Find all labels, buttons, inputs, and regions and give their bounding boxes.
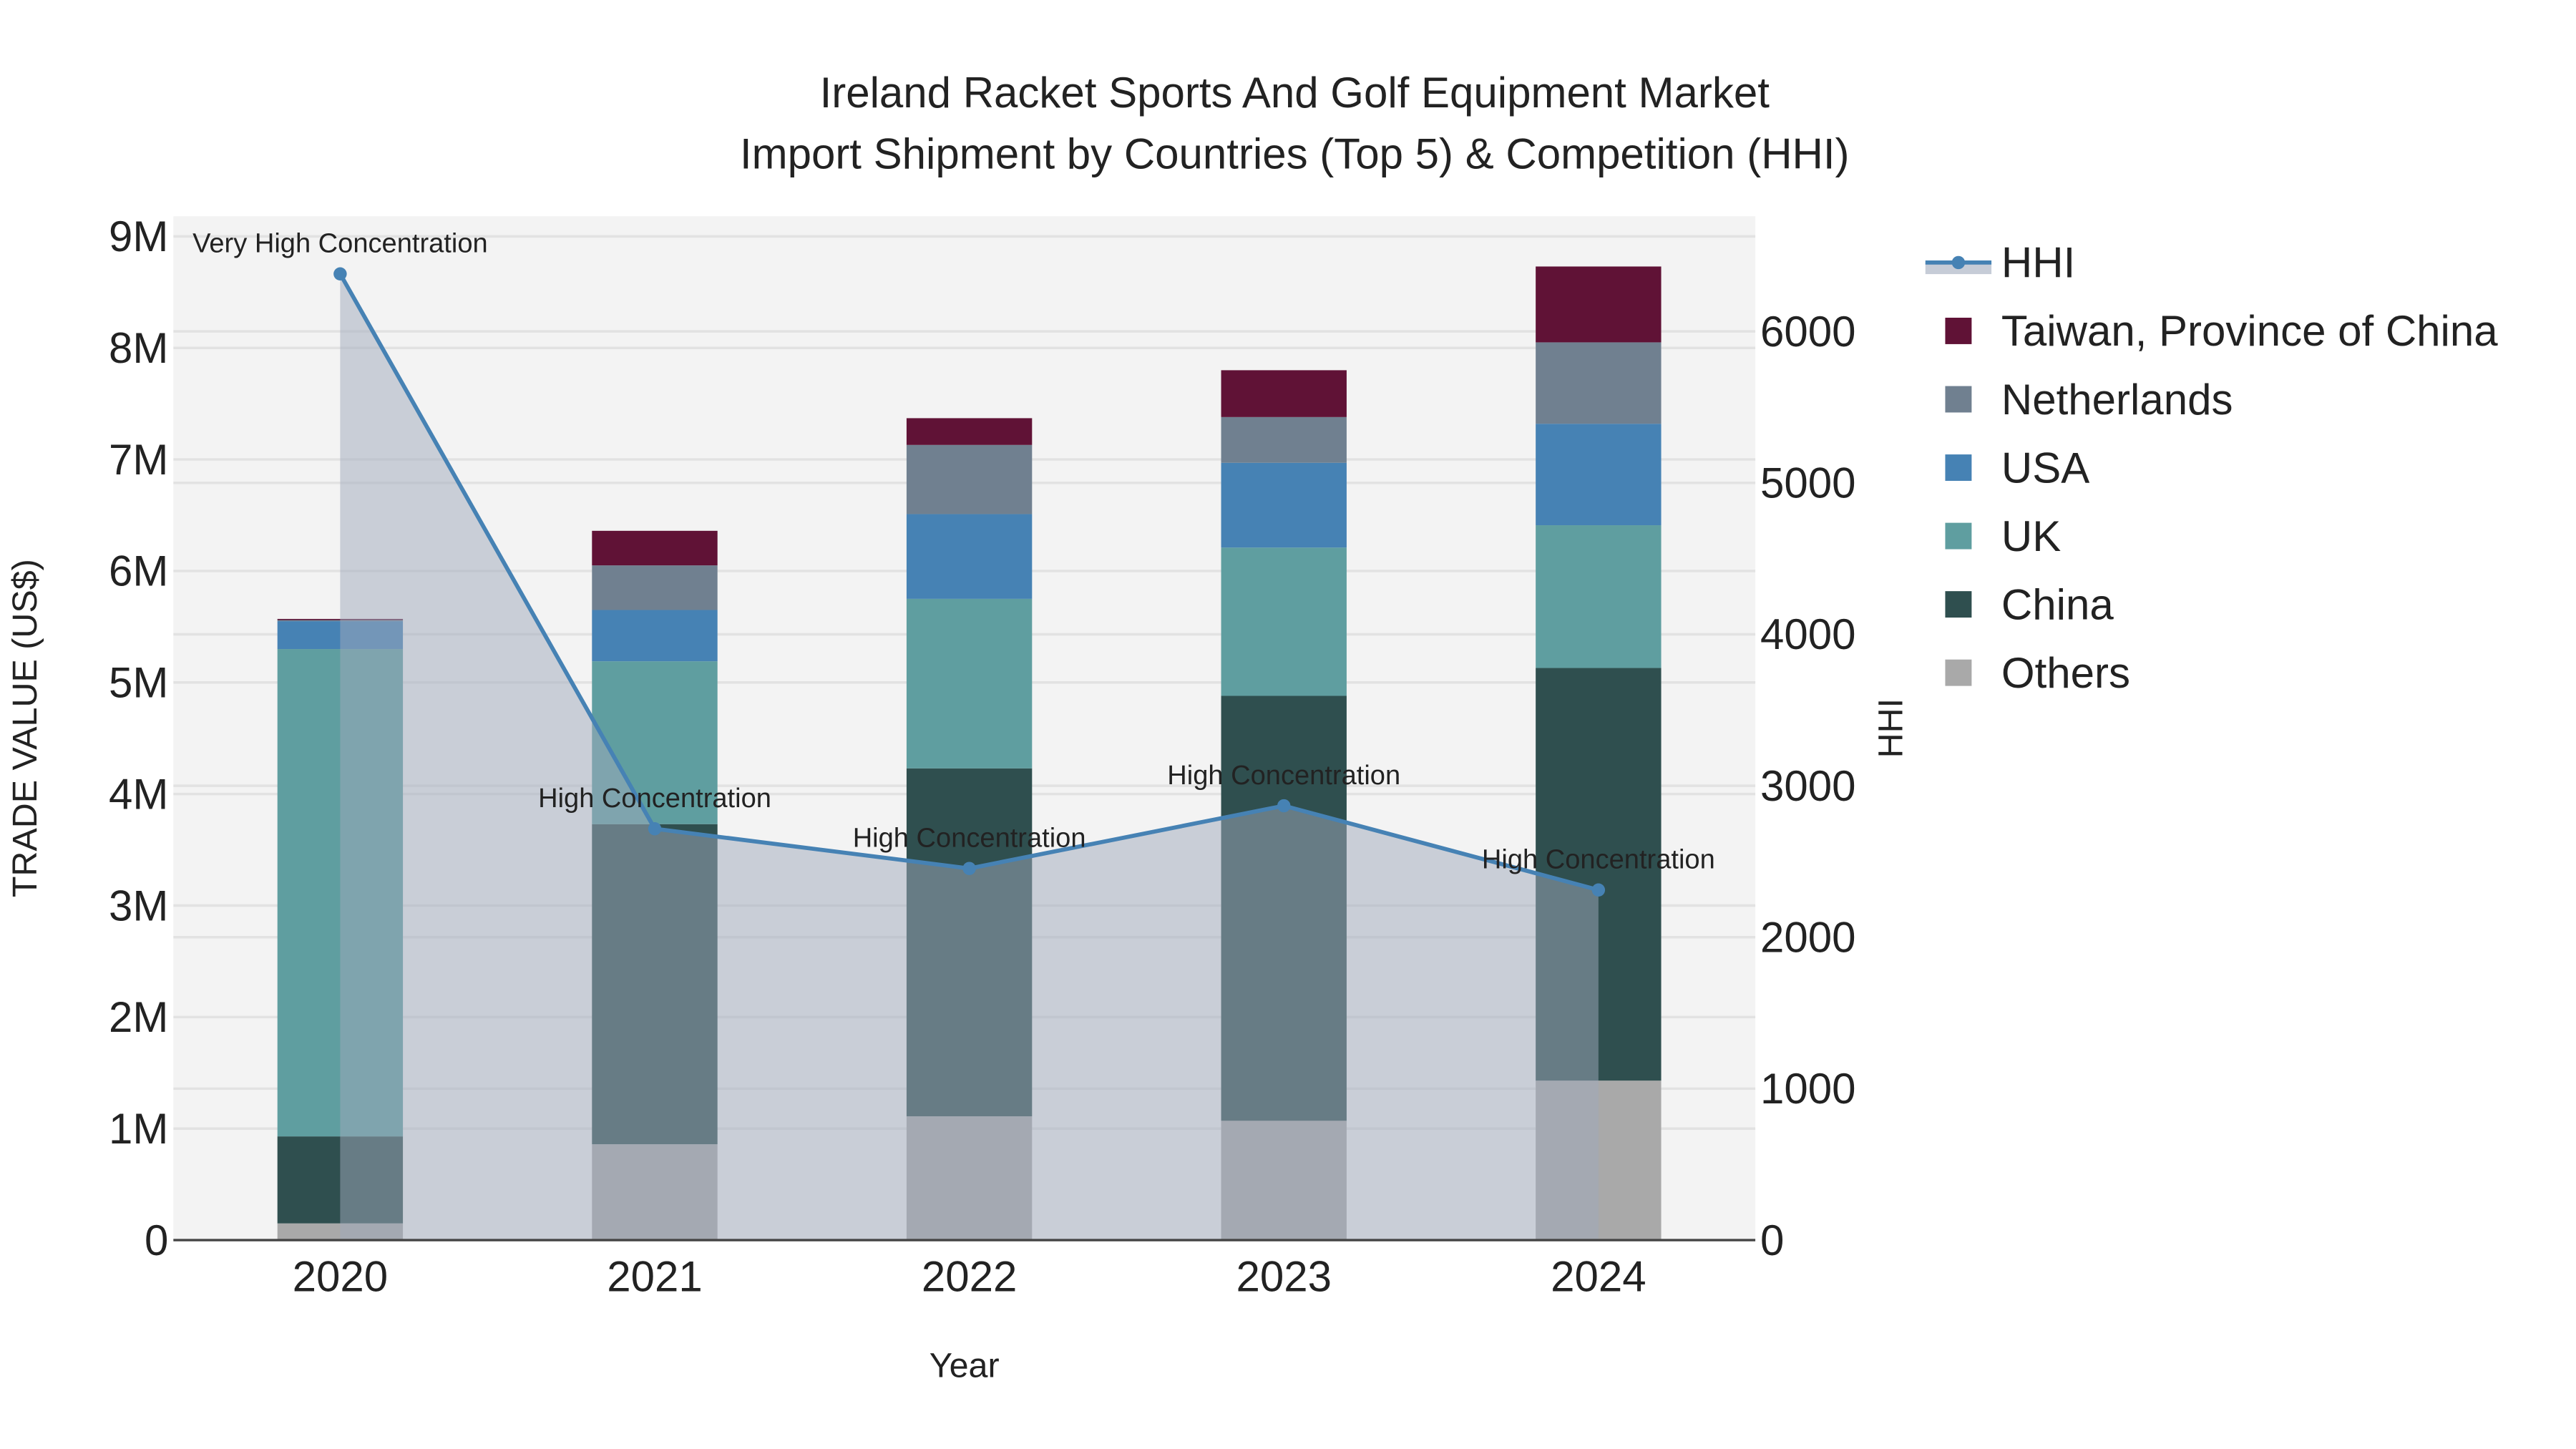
y2-axis-ticks: 0 1000 2000 3000 4000 5000 6000 <box>1760 308 1855 1264</box>
legend-item-netherlands[interactable]: Netherlands <box>1945 376 2233 424</box>
legend-label: HHI <box>2001 239 2075 287</box>
y-axis-ticks: 0 1M 2M 3M 4M 5M 6M 7M 8M 9M <box>109 213 168 1264</box>
bar-uk-2024[interactable] <box>1536 525 1662 668</box>
hhi-annotation: Very High Concentration <box>192 229 488 259</box>
bar-taiwan-province-of-china-2024[interactable] <box>1536 266 1662 343</box>
y-tick-label: 3M <box>109 882 168 930</box>
hhi-annotation: High Concentration <box>1167 761 1400 791</box>
legend-item-hhi[interactable]: HHI <box>1925 239 2075 287</box>
chart: Ireland Racket Sports And Golf Equipment… <box>6 69 2498 1385</box>
legend-swatch <box>1945 591 1972 618</box>
legend-swatch <box>1945 318 1972 344</box>
y-tick-label: 7M <box>109 436 168 484</box>
y2-tick-label: 5000 <box>1760 459 1855 507</box>
legend-label: Netherlands <box>2001 376 2233 424</box>
y2-tick-label: 4000 <box>1760 610 1855 658</box>
x-tick-label: 2024 <box>1551 1253 1646 1301</box>
bar-usa-2022[interactable] <box>906 514 1033 599</box>
bar-usa-2023[interactable] <box>1221 462 1347 548</box>
y2-tick-label: 0 <box>1760 1216 1784 1264</box>
bar-taiwan-province-of-china-2022[interactable] <box>906 418 1033 445</box>
y2-axis-label: HHI <box>1871 698 1910 758</box>
hhi-point-2021[interactable] <box>648 821 662 836</box>
hhi-annotation: High Concentration <box>1482 845 1715 875</box>
legend-item-china[interactable]: China <box>1945 580 2114 628</box>
y-tick-label: 9M <box>109 213 168 260</box>
bar-taiwan-province-of-china-2021[interactable] <box>592 530 718 566</box>
y2-tick-label: 1000 <box>1760 1065 1855 1113</box>
hhi-annotation: High Concentration <box>538 784 771 814</box>
y-tick-label: 2M <box>109 993 168 1041</box>
hhi-point-2023[interactable] <box>1277 799 1291 813</box>
legend-swatch-marker <box>1951 255 1966 270</box>
bar-netherlands-2021[interactable] <box>592 565 718 610</box>
hhi-point-2024[interactable] <box>1591 883 1606 897</box>
y-tick-label: 6M <box>109 547 168 595</box>
chart-title: Ireland Racket Sports And Golf Equipment… <box>820 69 1770 117</box>
legend-label: Taiwan, Province of China <box>2001 307 2498 355</box>
hhi-point-2020[interactable] <box>333 267 347 280</box>
y2-tick-label: 3000 <box>1760 762 1855 810</box>
y-tick-label: 1M <box>109 1105 168 1153</box>
y-tick-label: 4M <box>109 770 168 818</box>
y2-tick-label: 6000 <box>1760 308 1855 356</box>
legend-swatch <box>1945 386 1972 413</box>
bar-netherlands-2022[interactable] <box>906 444 1033 514</box>
x-tick-label: 2022 <box>922 1253 1017 1301</box>
bar-uk-2023[interactable] <box>1221 547 1347 696</box>
legend-label: UK <box>2001 512 2061 560</box>
legend-item-usa[interactable]: USA <box>1945 444 2089 492</box>
bar-netherlands-2024[interactable] <box>1536 342 1662 424</box>
legend-swatch <box>1945 522 1972 550</box>
legend-label: USA <box>2001 444 2089 492</box>
bar-uk-2022[interactable] <box>906 598 1033 769</box>
legend-label: China <box>2001 580 2114 628</box>
legend-swatch <box>1945 454 1972 481</box>
hhi-point-2022[interactable] <box>962 862 976 875</box>
x-tick-label: 2020 <box>293 1253 388 1301</box>
y2-tick-label: 2000 <box>1760 914 1855 962</box>
hhi-annotation: High Concentration <box>853 824 1086 854</box>
x-axis-label: Year <box>930 1347 1000 1385</box>
legend-swatch <box>1945 659 1972 686</box>
x-axis-ticks: 2020 2021 2022 2023 2024 <box>293 1253 1646 1301</box>
bar-netherlands-2023[interactable] <box>1221 416 1347 463</box>
bar-usa-2024[interactable] <box>1536 424 1662 526</box>
legend-item-uk[interactable]: UK <box>1945 512 2061 560</box>
y-tick-label: 0 <box>145 1216 168 1264</box>
bar-usa-2021[interactable] <box>592 610 718 662</box>
legend-item-others[interactable]: Others <box>1945 649 2130 697</box>
y-tick-label: 8M <box>109 324 168 372</box>
x-tick-label: 2023 <box>1236 1253 1331 1301</box>
legend: HHI Taiwan, Province of China Netherlands U… <box>1925 239 2498 697</box>
x-tick-label: 2021 <box>607 1253 702 1301</box>
bar-taiwan-province-of-china-2023[interactable] <box>1221 370 1347 417</box>
legend-label: Others <box>2001 649 2130 697</box>
y-axis-label: TRADE VALUE (US$) <box>6 559 44 897</box>
legend-item-taiwan-province-of-china[interactable]: Taiwan, Province of China <box>1945 307 2498 355</box>
chart-subtitle: Import Shipment by Countries (Top 5) & C… <box>740 130 1850 177</box>
y-tick-label: 5M <box>109 659 168 707</box>
